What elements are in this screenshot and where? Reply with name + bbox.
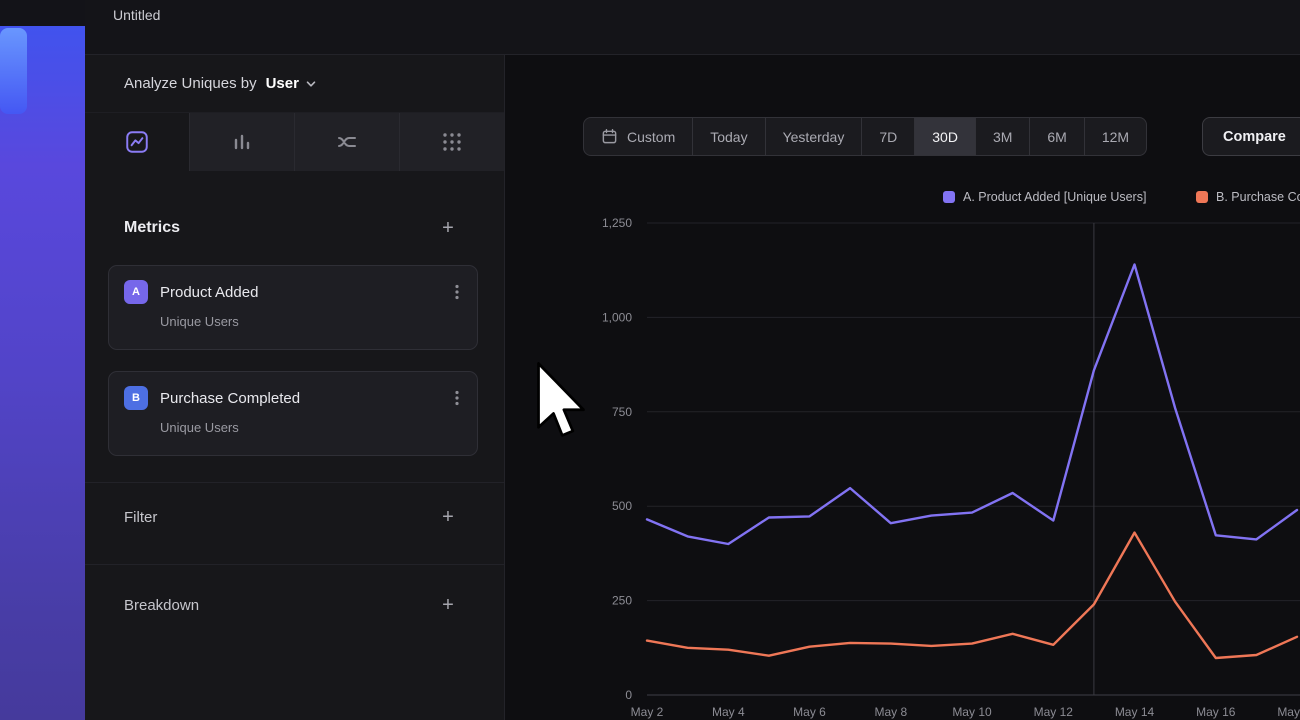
app-window: Untitled Analyze Uniques by User: [0, 0, 1300, 720]
analyze-by-value: User: [266, 75, 299, 92]
metric-card-b[interactable]: B Purchase Completed Unique Users: [108, 371, 478, 456]
metric-cards: A Product Added Unique Users B Purchase …: [108, 265, 478, 456]
report-type-tabs: [85, 113, 504, 171]
query-builder-panel: Analyze Uniques by User: [85, 55, 505, 720]
metric-badge-b: B: [124, 386, 148, 410]
filter-section-header: Filter +: [85, 506, 504, 528]
metric-title: Product Added: [160, 284, 258, 301]
section-divider: [85, 564, 504, 565]
svg-text:May 14: May 14: [1115, 705, 1155, 719]
svg-text:500: 500: [612, 499, 632, 513]
metric-options-button[interactable]: [452, 387, 462, 409]
tab-flows[interactable]: [294, 113, 399, 171]
svg-text:May 8: May 8: [874, 705, 907, 719]
svg-text:May 18: May 18: [1277, 705, 1300, 719]
insights-icon: [124, 129, 150, 155]
range-30d-button[interactable]: 30D: [914, 117, 976, 156]
svg-text:250: 250: [612, 594, 632, 608]
chevron-down-icon: [305, 78, 317, 90]
retention-icon: [440, 130, 464, 154]
report-title[interactable]: Untitled: [113, 7, 160, 23]
metric-card-a[interactable]: A Product Added Unique Users: [108, 265, 478, 350]
metric-badge-a: A: [124, 280, 148, 304]
add-breakdown-button[interactable]: +: [436, 593, 460, 617]
svg-text:May 12: May 12: [1034, 705, 1074, 719]
add-filter-button[interactable]: +: [436, 505, 460, 529]
top-bar: Untitled: [85, 0, 1300, 55]
svg-text:May 2: May 2: [631, 705, 664, 719]
breakdown-heading: Breakdown: [124, 597, 199, 614]
chart-area: Custom Today Yesterday 7D 30D 3M 6M 12M …: [505, 55, 1300, 720]
metric-subtitle[interactable]: Unique Users: [160, 420, 462, 435]
svg-text:May 4: May 4: [712, 705, 745, 719]
flows-icon: [335, 130, 359, 154]
brand-gradient: [0, 26, 85, 720]
breakdown-section-header: Breakdown +: [85, 594, 504, 616]
tab-funnels[interactable]: [189, 113, 294, 171]
tab-retention[interactable]: [399, 113, 504, 171]
svg-text:May 6: May 6: [793, 705, 826, 719]
svg-text:0: 0: [625, 688, 632, 702]
analyze-by-row: Analyze Uniques by User: [85, 55, 504, 113]
svg-text:750: 750: [612, 405, 632, 419]
svg-text:May 16: May 16: [1196, 705, 1236, 719]
metrics-section-header: Metrics +: [85, 217, 504, 239]
metric-title: Purchase Completed: [160, 390, 300, 407]
svg-text:1,000: 1,000: [602, 310, 632, 324]
analyze-by-dropdown[interactable]: User: [266, 75, 317, 92]
line-chart[interactable]: 0 250 500 750 1,000 1,250 May 2 May 4 May 6 May 8…: [505, 55, 1300, 720]
metric-options-button[interactable]: [452, 281, 462, 303]
tab-insights[interactable]: [85, 113, 189, 171]
svg-text:May 10: May 10: [952, 705, 992, 719]
metric-subtitle[interactable]: Unique Users: [160, 314, 462, 329]
metrics-heading: Metrics: [124, 219, 180, 237]
section-divider: [85, 482, 504, 483]
add-metric-button[interactable]: +: [436, 216, 460, 240]
svg-text:1,250: 1,250: [602, 216, 632, 230]
brand-gradient-strip: [0, 0, 85, 720]
brand-strip-highlight: [0, 28, 27, 114]
funnels-icon: [230, 130, 254, 154]
filter-heading: Filter: [124, 509, 157, 526]
analyze-by-label: Analyze Uniques by: [124, 75, 257, 92]
